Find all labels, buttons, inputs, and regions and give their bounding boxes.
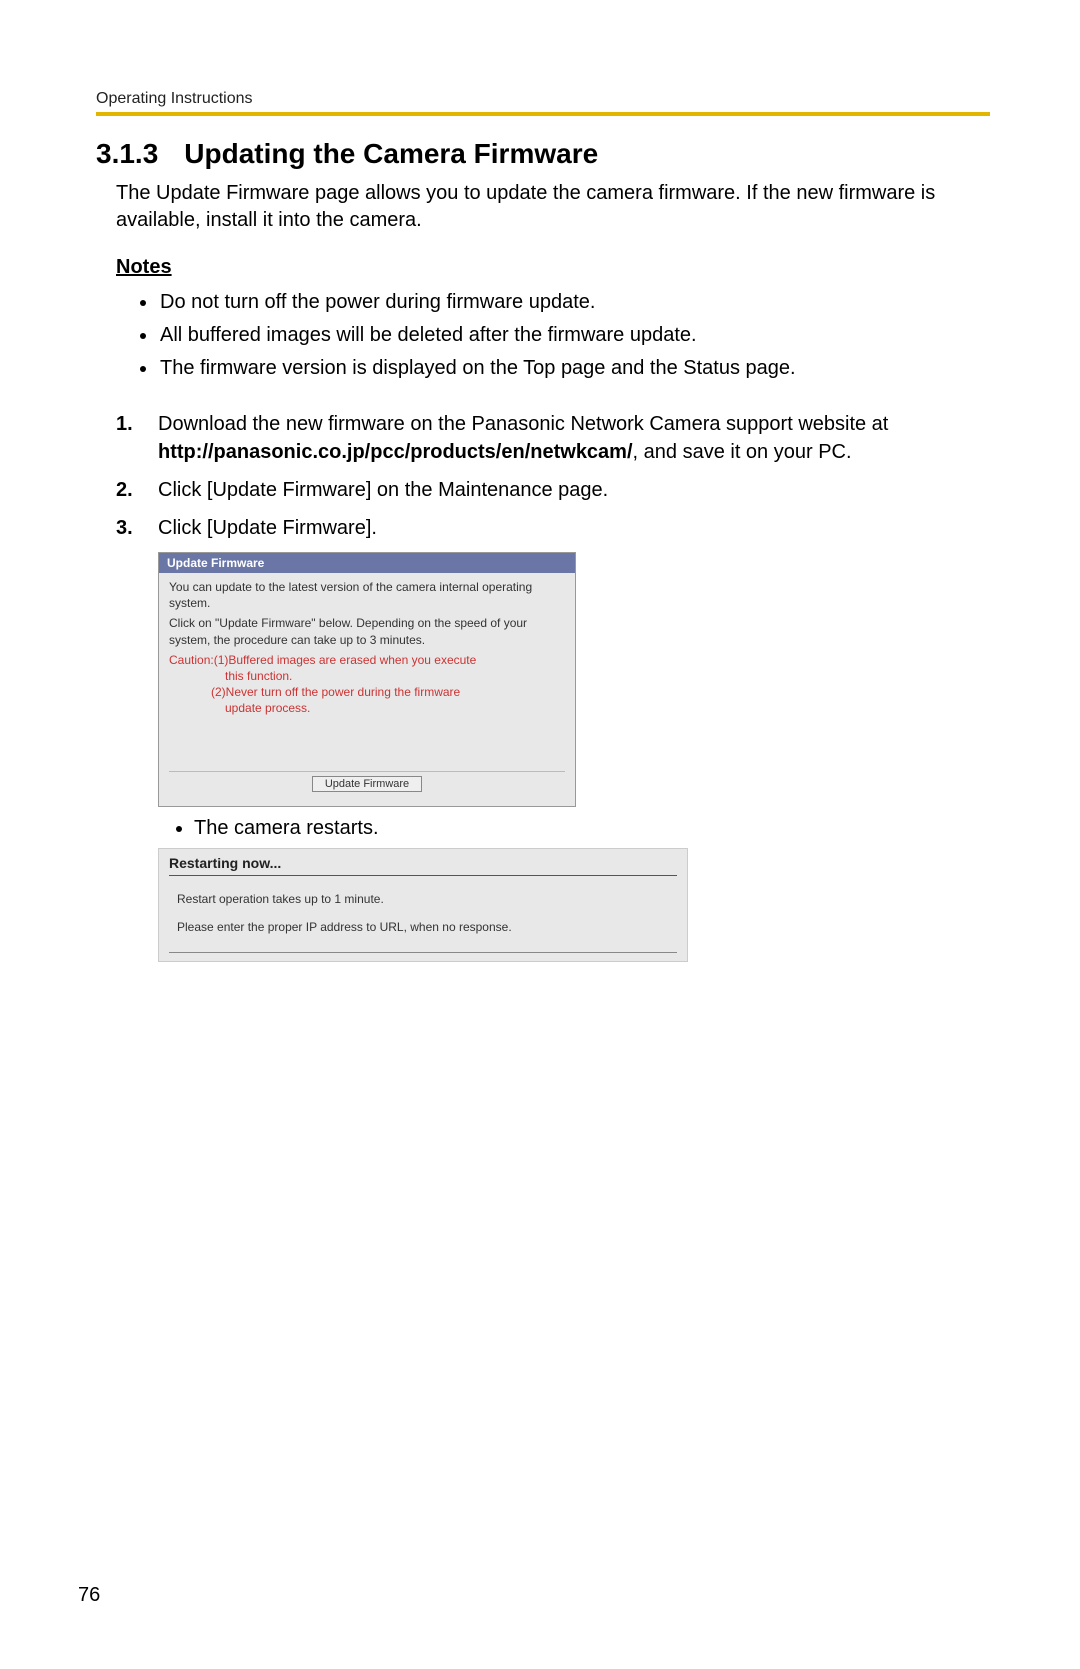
update-firmware-dialog: Update Firmware You can update to the la… (158, 552, 576, 807)
caution-num: (1) (214, 653, 229, 667)
caution-text: update process. (169, 700, 565, 716)
caution-text: Buffered images are erased when you exec… (228, 653, 476, 667)
restarting-rule (169, 952, 677, 953)
step-item: Click [Update Firmware] on the Maintenan… (116, 476, 990, 504)
intro-paragraph: The Update Firmware page allows you to u… (116, 180, 990, 234)
step-item: Download the new firmware on the Panason… (116, 410, 990, 466)
note-item: All buffered images will be deleted afte… (158, 320, 990, 351)
steps-list: Download the new firmware on the Panason… (116, 410, 990, 542)
sub-bullet-list: The camera restarts. (194, 817, 990, 840)
caution-text: this function. (169, 668, 565, 684)
restarting-line: Restart operation takes up to 1 minute. (159, 892, 687, 920)
step-item: Click [Update Firmware]. (116, 514, 990, 542)
dialog-description: Click on "Update Firmware" below. Depend… (169, 615, 565, 647)
caution-num: (2)Never turn off the power during the f… (169, 684, 565, 700)
sub-bullet-item: The camera restarts. (194, 817, 990, 840)
dialog-caution: Caution:(1)Buffered images are erased wh… (169, 652, 565, 717)
restarting-line: Please enter the proper IP address to UR… (159, 920, 687, 948)
section-heading: 3.1.3 Updating the Camera Firmware (96, 138, 990, 170)
section-title-text: Updating the Camera Firmware (184, 138, 598, 169)
step-text: , and save it on your PC. (633, 441, 852, 463)
restarting-rule (169, 875, 677, 876)
dialog-body: You can update to the latest version of … (159, 573, 575, 806)
step-text: Download the new firmware on the Panason… (158, 413, 888, 435)
caution-label: Caution: (169, 652, 214, 668)
page-number: 76 (78, 1584, 100, 1607)
note-item: Do not turn off the power during firmwar… (158, 287, 990, 318)
caution-num-inner: (2) (211, 685, 226, 699)
note-item: The firmware version is displayed on the… (158, 353, 990, 384)
dialog-titlebar: Update Firmware (159, 553, 575, 573)
running-header: Operating Instructions (96, 90, 990, 108)
dialog-description: You can update to the latest version of … (169, 579, 565, 611)
dialog-button-row: Update Firmware (169, 776, 565, 796)
notes-list: Do not turn off the power during firmwar… (158, 287, 990, 384)
dialog-separator (169, 771, 565, 772)
notes-heading: Notes (116, 256, 990, 279)
section-number: 3.1.3 (96, 138, 158, 170)
header-rule (96, 112, 990, 116)
document-page: Operating Instructions 3.1.3 Updating the… (0, 0, 1080, 1669)
update-firmware-button[interactable]: Update Firmware (312, 776, 422, 792)
step-url: http://panasonic.co.jp/pcc/products/en/n… (158, 441, 633, 463)
restarting-dialog: Restarting now... Restart operation take… (158, 848, 688, 962)
caution-text: Never turn off the power during the firm… (226, 685, 461, 699)
restarting-title: Restarting now... (159, 849, 687, 875)
